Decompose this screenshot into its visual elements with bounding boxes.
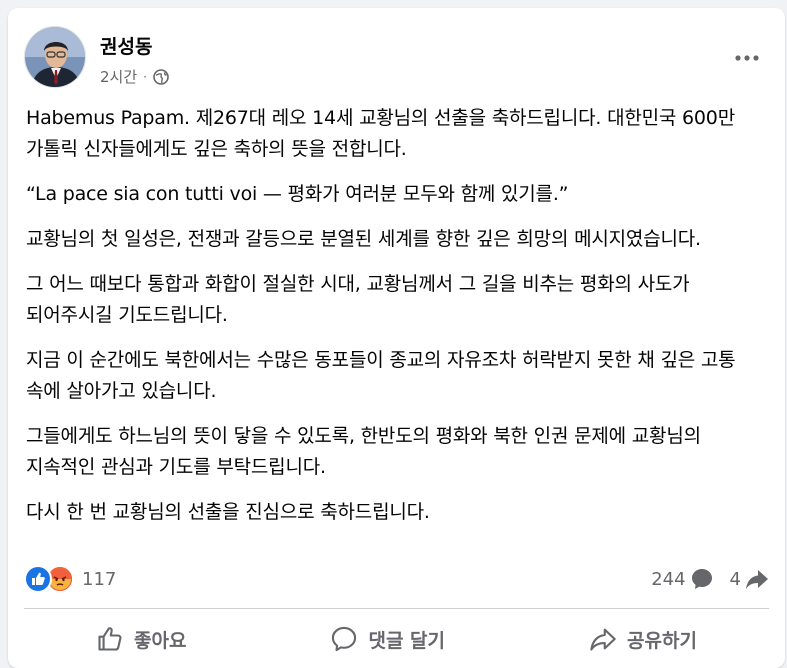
post-paragraph: 다시 한 번 교황님의 선출을 진심으로 축하드립니다. xyxy=(26,501,430,523)
post-actions: 좋아요 댓글 달기 공유하기 xyxy=(24,614,769,664)
post-paragraph: “La pace sia con tutti voi — 평화가 여러분 모두와… xyxy=(26,183,569,205)
comments-count: 244 xyxy=(651,568,686,590)
share-button[interactable]: 공유하기 xyxy=(549,617,737,661)
like-button[interactable]: 좋아요 xyxy=(56,617,226,661)
comment-icon xyxy=(332,626,357,652)
engagement-stats: 244 4 xyxy=(651,567,769,591)
post-paragraph: 그들에게도 하느님의 뜻이 닿을 수 있도록, 한반도의 평화와 북한 인권 문… xyxy=(26,425,701,478)
thumbs-up-icon xyxy=(98,627,122,651)
post-paragraph: 교황님의 첫 일성은, 전쟁과 갈등으로 분열된 세계를 향한 깊은 희망의 메… xyxy=(26,228,701,250)
shares-count: 4 xyxy=(729,568,741,590)
share-arrow-icon xyxy=(746,570,768,589)
author-avatar[interactable] xyxy=(24,26,86,88)
post-time[interactable]: 2시간 xyxy=(100,66,137,87)
comment-bubble-icon xyxy=(691,569,712,589)
comment-button[interactable]: 댓글 달기 xyxy=(290,617,485,661)
avatar-photo-icon xyxy=(25,27,85,87)
post-paragraph: Habemus Papam. 제267대 레오 14세 교황님의 선출을 축하드… xyxy=(26,107,735,160)
post-paragraph: 지금 이 순간에도 북한에서는 수많은 동포들이 종교의 자유조차 허락받지 못… xyxy=(26,349,736,402)
like-reaction-icon xyxy=(24,565,52,593)
globe-icon xyxy=(153,68,169,85)
post-header: 권성동 2시간 · xyxy=(24,26,769,88)
like-button-label: 좋아요 xyxy=(134,629,187,652)
post-stats: 117 244 4 xyxy=(24,562,769,596)
share-button-label: 공유하기 xyxy=(627,629,697,652)
comments-stat[interactable]: 244 xyxy=(651,567,713,591)
author-name[interactable]: 권성동 xyxy=(100,32,152,59)
meta-separator: · xyxy=(143,69,147,84)
reactions-summary[interactable]: 117 xyxy=(24,565,116,593)
comment-button-label: 댓글 달기 xyxy=(368,629,446,652)
post-paragraph: 그 어느 때보다 통합과 화합이 절실한 시대, 교황님께서 그 길을 비추는 … xyxy=(26,273,690,326)
more-options-icon[interactable] xyxy=(729,46,765,70)
reactions-count: 117 xyxy=(82,568,117,590)
post-meta: 2시간 · xyxy=(100,66,169,87)
post-card: 권성동 2시간 · Habemus Papam. 제267대 레오 14세 교황… xyxy=(8,8,785,668)
actions-divider xyxy=(24,608,769,609)
shares-stat[interactable]: 4 xyxy=(730,567,769,591)
post-body: Habemus Papam. 제267대 레오 14세 교황님의 선출을 축하드… xyxy=(26,103,767,542)
share-icon xyxy=(590,628,616,651)
